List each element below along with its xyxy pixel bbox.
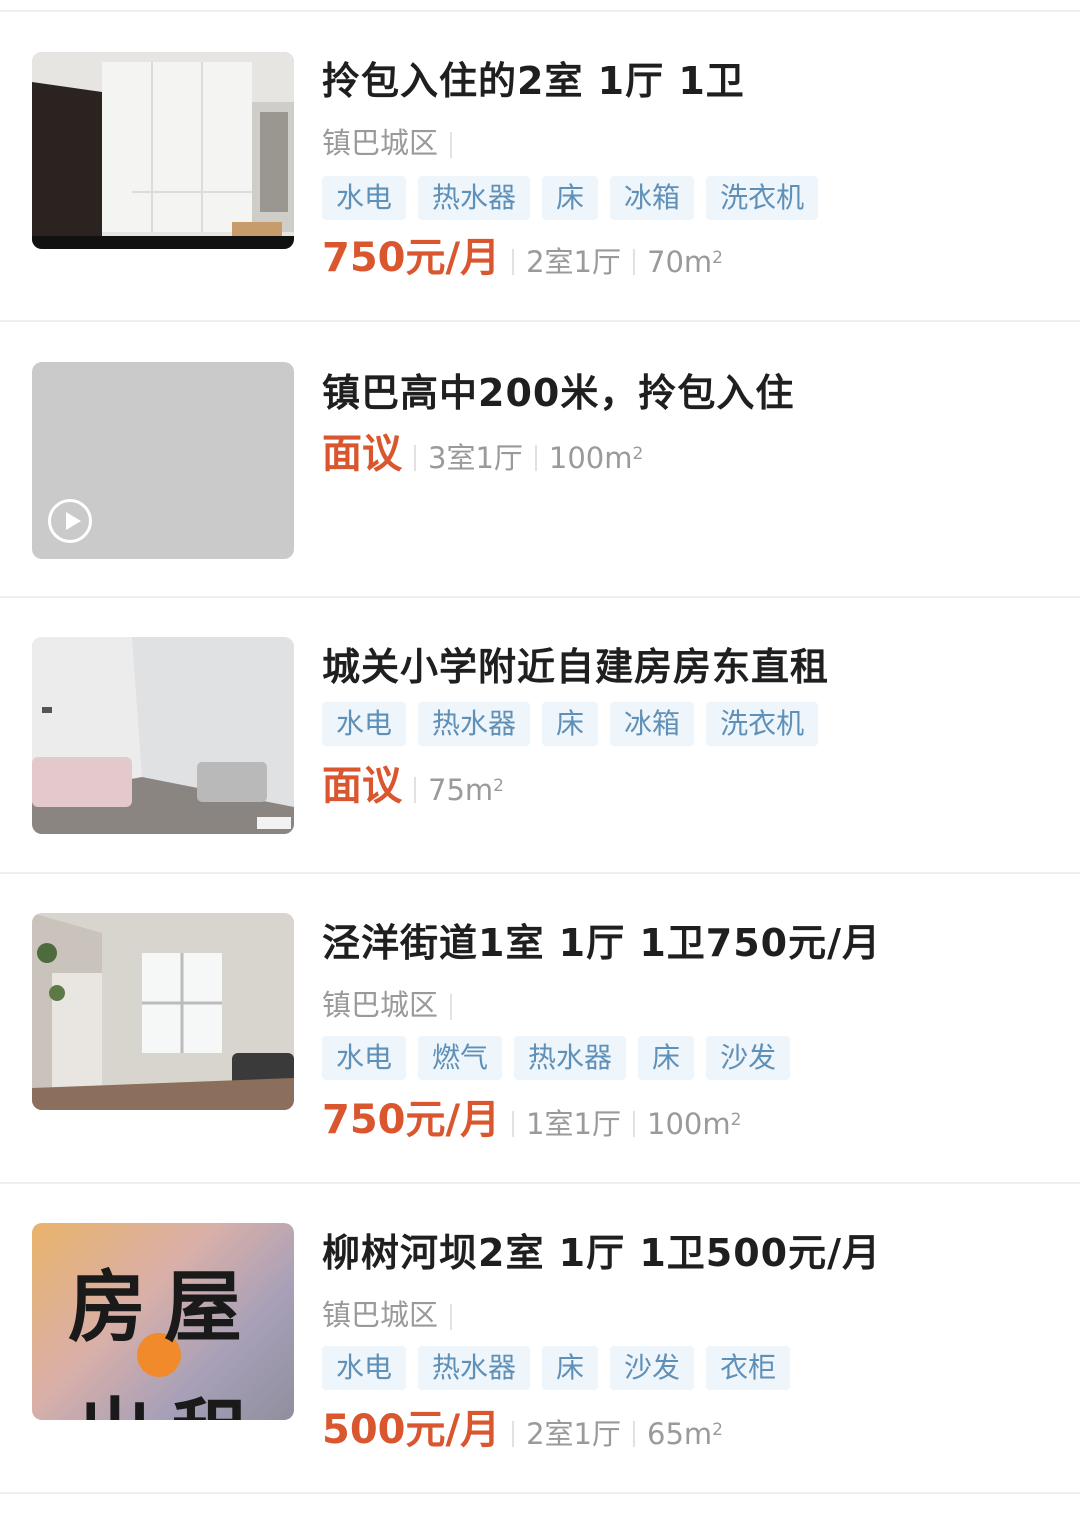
listing-thumbnail[interactable] [32, 637, 294, 834]
listing-thumbnail[interactable]: 房屋 出租 [32, 1223, 294, 1420]
room-wardrobe-photo [32, 52, 294, 249]
listing-location: 镇巴城区 [322, 982, 453, 1024]
listing-card[interactable]: 拎包入住的2室 1厅 1卫 镇巴城区 水电 热水器 床 冰箱 洗衣机 750元/… [0, 0, 1080, 322]
listing-meta: 75m2 [402, 770, 504, 810]
listing-thumbnail[interactable] [32, 913, 294, 1110]
area-value: 100m [647, 1107, 731, 1141]
listing-card[interactable]: 镇巴高中200米，拎包入住 面议 3室1厅 100m2 [0, 322, 1080, 596]
poster-text-line2: 出租 [76, 1373, 268, 1420]
price: 面议 [322, 763, 402, 809]
for-rent-poster: 房屋 出租 [32, 1223, 294, 1420]
listing-title[interactable]: 泾洋街道1室 1厅 1卫750元/月 [322, 912, 881, 967]
listing-card[interactable]: 泾洋街道1室 1厅 1卫750元/月 镇巴城区 水电 燃气 热水器 床 沙发 7… [0, 874, 1080, 1182]
poster-text-line1: 房屋 [68, 1262, 261, 1353]
price-row: 750元/月 1室1厅 100m2 [322, 1096, 741, 1144]
listing-meta: 2室1厅 70m2 [500, 242, 723, 282]
feature-tag: 沙发 [706, 1036, 791, 1080]
separator [633, 1111, 636, 1137]
listing-title[interactable]: 拎包入住的2室 1厅 1卫 [322, 50, 745, 105]
feature-tag: 床 [542, 176, 599, 220]
area-superscript: 2 [730, 1110, 742, 1130]
layout-text: 2室1厅 [526, 245, 622, 279]
area-text: 65m2 [647, 1414, 723, 1454]
separator [512, 249, 515, 275]
listing-title[interactable]: 柳树河坝2室 1厅 1卫500元/月 [322, 1222, 881, 1277]
feature-tags: 水电 热水器 床 冰箱 洗衣机 [322, 702, 819, 746]
layout-text: 2室1厅 [526, 1417, 622, 1451]
listing-card[interactable]: 城关小学附近自建房房东直租 水电 热水器 床 冰箱 洗衣机 面议 75m2 [0, 598, 1080, 872]
location-text: 镇巴城区 [322, 988, 439, 1022]
separator [414, 777, 416, 803]
listing-thumbnail[interactable] [32, 52, 294, 249]
listing-location: 镇巴城区 [322, 1292, 453, 1334]
separator [450, 994, 453, 1020]
area-superscript: 2 [493, 776, 504, 796]
feature-tag: 冰箱 [610, 176, 695, 220]
feature-tag: 床 [638, 1036, 695, 1080]
feature-tag: 热水器 [418, 1346, 531, 1390]
feature-tag: 热水器 [514, 1036, 627, 1080]
listing-meta: 2室1厅 65m2 [500, 1414, 723, 1454]
area-value: 100m [548, 441, 633, 475]
living-room-sofa-photo [32, 637, 294, 834]
feature-tag: 衣柜 [706, 1346, 791, 1390]
area-text: 100m2 [549, 438, 643, 478]
feature-tag: 床 [542, 702, 599, 746]
feature-tag: 水电 [322, 1346, 407, 1390]
separator [534, 445, 537, 471]
feature-tag: 热水器 [418, 702, 531, 746]
price: 750元/月 [322, 1097, 501, 1143]
feature-tag: 水电 [322, 702, 407, 746]
layout-text: 1室1厅 [526, 1107, 622, 1141]
area-text: 70m2 [647, 242, 723, 282]
area-value: 70m [647, 245, 713, 279]
feature-tag: 洗衣机 [706, 176, 819, 220]
price: 面议 [322, 431, 402, 477]
separator [450, 132, 453, 158]
price-row: 500元/月 2室1厅 65m2 [322, 1406, 723, 1454]
area-text: 100m2 [647, 1104, 741, 1144]
feature-tag: 冰箱 [610, 702, 695, 746]
listing-meta: 1室1厅 100m2 [500, 1104, 741, 1144]
row-divider [0, 1492, 1080, 1494]
listing-location: 镇巴城区 [322, 120, 453, 162]
listing-meta: 3室1厅 100m2 [402, 438, 643, 478]
feature-tag: 热水器 [418, 176, 531, 220]
feature-tags: 水电 热水器 床 沙发 衣柜 [322, 1346, 791, 1390]
separator [512, 1111, 515, 1137]
area-superscript: 2 [712, 1420, 723, 1440]
feature-tags: 水电 燃气 热水器 床 沙发 [322, 1036, 791, 1080]
location-text: 镇巴城区 [322, 126, 439, 160]
feature-tag: 洗衣机 [706, 702, 819, 746]
separator [414, 445, 416, 471]
separator [633, 249, 636, 275]
price-row: 750元/月 2室1厅 70m2 [322, 234, 723, 282]
area-value: 65m [647, 1417, 713, 1451]
feature-tag: 水电 [322, 176, 407, 220]
feature-tag: 沙发 [610, 1346, 695, 1390]
play-icon[interactable] [48, 499, 92, 543]
price-row: 面议 3室1厅 100m2 [322, 430, 643, 478]
feature-tag: 床 [542, 1346, 599, 1390]
location-text: 镇巴城区 [322, 1298, 439, 1332]
feature-tag: 水电 [322, 1036, 407, 1080]
area-superscript: 2 [712, 248, 723, 268]
layout-text: 3室1厅 [428, 441, 523, 475]
feature-tags: 水电 热水器 床 冰箱 洗衣机 [322, 176, 819, 220]
price: 750元/月 [322, 235, 501, 281]
feature-tag: 燃气 [418, 1036, 503, 1080]
room-window-photo [32, 913, 294, 1110]
area-value: 75m [428, 773, 494, 807]
listing-title[interactable]: 城关小学附近自建房房东直租 [322, 636, 829, 691]
price-row: 面议 75m2 [322, 762, 504, 810]
area-text: 75m2 [428, 770, 504, 810]
area-superscript: 2 [632, 444, 644, 464]
listing-thumbnail[interactable] [32, 362, 294, 559]
separator [633, 1421, 636, 1447]
separator [450, 1304, 453, 1330]
separator [512, 1421, 515, 1447]
listing-card[interactable]: 房屋 出租 柳树河坝2室 1厅 1卫500元/月 镇巴城区 水电 热水器 床 沙… [0, 1184, 1080, 1494]
price: 500元/月 [322, 1407, 501, 1453]
listing-title[interactable]: 镇巴高中200米，拎包入住 [322, 362, 794, 417]
